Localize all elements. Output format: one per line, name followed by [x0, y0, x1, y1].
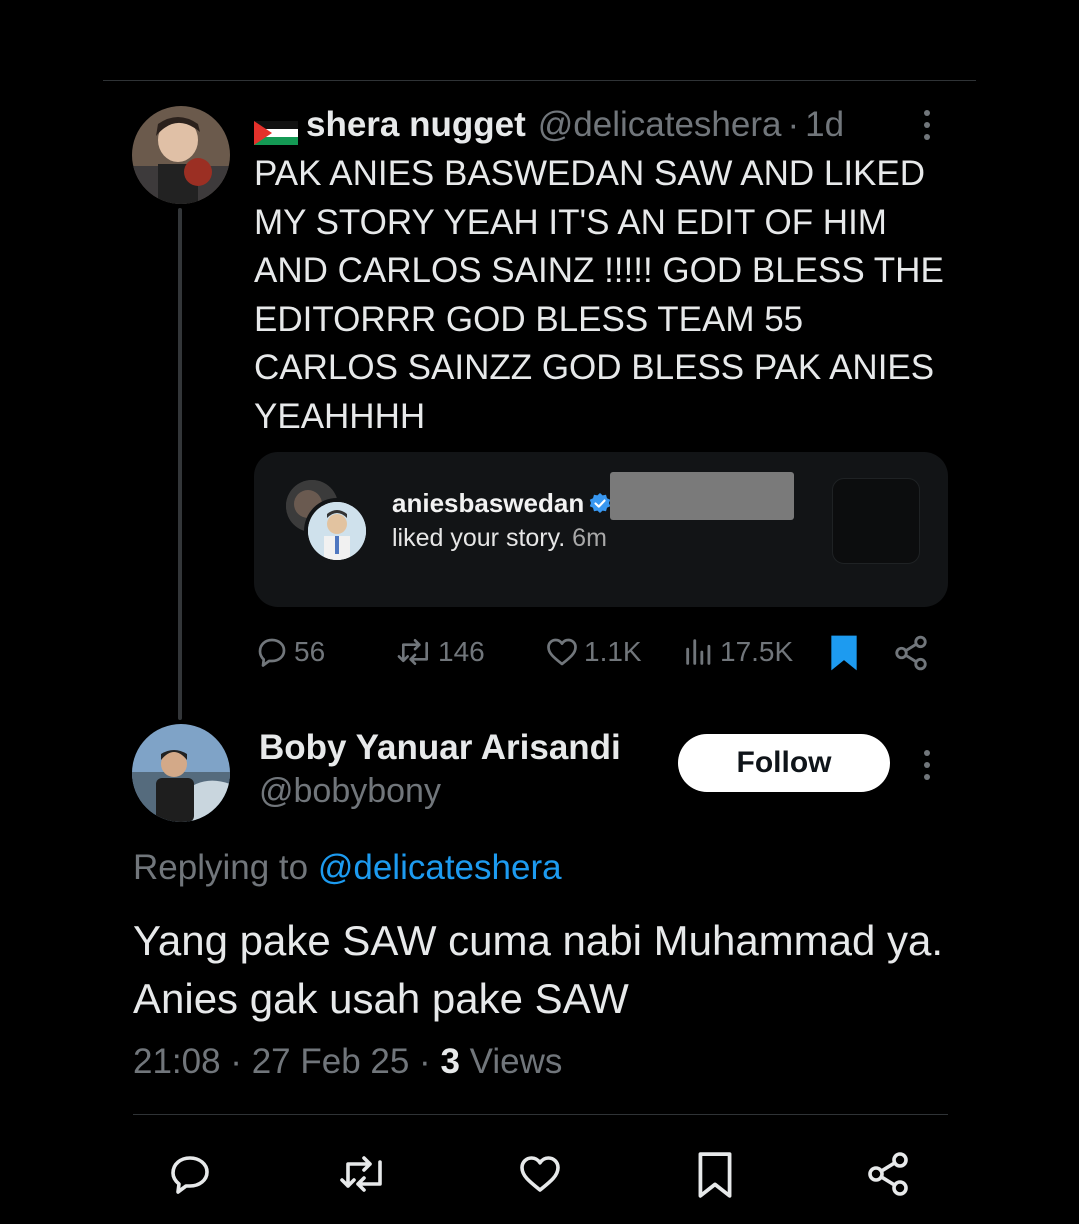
- reply-meta: 21:08 · 27 Feb 25 · 3 Views: [133, 1042, 562, 1082]
- reply-action[interactable]: 56: [254, 634, 325, 670]
- reply-count: 56: [294, 636, 326, 667]
- replying-to-line: Replying to @delicateshera: [133, 848, 562, 888]
- bottom-divider: [133, 1114, 948, 1115]
- bookmark-icon: [831, 635, 857, 671]
- bottom-reply-button[interactable]: [166, 1150, 214, 1198]
- thread-line: [178, 208, 182, 720]
- parent-more-icon[interactable]: [924, 110, 932, 146]
- repost-count: 146: [438, 636, 485, 667]
- reply-display-name[interactable]: Boby Yanuar Arisandi: [259, 728, 621, 768]
- like-action[interactable]: 1.1K: [544, 634, 642, 670]
- repost-action[interactable]: 146: [396, 634, 485, 670]
- parent-handle[interactable]: @delicateshera: [538, 104, 782, 146]
- blurred-region: [610, 472, 794, 520]
- share-icon: [895, 635, 927, 671]
- bottom-bookmark-button[interactable]: [694, 1150, 736, 1200]
- parent-tweet-text: PAK ANIES BASWEDAN SAW AND LIKED MY STOR…: [254, 154, 944, 436]
- like-count: 1.1K: [584, 636, 642, 667]
- separator-dot: ·: [787, 105, 800, 144]
- reply-handle[interactable]: @bobybony: [259, 772, 441, 811]
- replying-prefix: Replying to: [133, 848, 309, 887]
- parent-tweet-header: shera nugget @delicateshera · 1d: [254, 104, 844, 146]
- reply-avatar[interactable]: [132, 724, 230, 822]
- parent-display-name[interactable]: shera nugget: [306, 104, 526, 146]
- views-count: 17.5K: [720, 636, 794, 667]
- story-thumbnail: [832, 478, 920, 564]
- like-icon: [520, 1156, 560, 1192]
- card-username: aniesbaswedan: [392, 488, 585, 518]
- bottom-like-button[interactable]: [515, 1150, 565, 1198]
- parent-avatar[interactable]: [132, 106, 230, 204]
- bookmark-icon: [698, 1152, 732, 1198]
- palestine-flag-icon: [254, 113, 298, 145]
- card-activity-text: liked your story. 6m: [392, 524, 607, 553]
- repost-icon: [397, 638, 429, 666]
- repost-icon: [340, 1156, 382, 1192]
- views-action[interactable]: 17.5K: [682, 634, 793, 670]
- views-icon: [686, 639, 711, 665]
- reply-views-label: Views: [469, 1042, 563, 1081]
- reply-icon: [171, 1156, 209, 1194]
- card-avatar-front: [304, 498, 370, 564]
- card-time: 6m: [572, 524, 607, 552]
- parent-time[interactable]: 1d: [805, 104, 844, 146]
- share-icon: [868, 1152, 908, 1196]
- follow-button[interactable]: Follow: [678, 734, 890, 792]
- replying-mention-link[interactable]: @delicateshera: [318, 848, 562, 887]
- bottom-repost-button[interactable]: [338, 1150, 390, 1198]
- bottom-share-button[interactable]: [864, 1150, 912, 1198]
- top-divider: [103, 80, 976, 81]
- reply-icon: [258, 638, 286, 667]
- like-icon: [547, 638, 577, 666]
- share-action[interactable]: [892, 634, 930, 672]
- bookmark-action[interactable]: [828, 634, 860, 672]
- reply-views-count: 3: [440, 1042, 460, 1081]
- verified-icon: [590, 492, 611, 513]
- reply-tweet-text: Yang pake SAW cuma nabi Muhammad ya. Ani…: [133, 917, 944, 1022]
- reply-timestamp[interactable]: 21:08 · 27 Feb 25 ·: [133, 1042, 431, 1081]
- embedded-story-card[interactable]: aniesbaswedan liked your story. 6m: [254, 452, 948, 607]
- reply-more-icon[interactable]: [924, 750, 932, 786]
- card-action-text: liked your story.: [392, 524, 566, 552]
